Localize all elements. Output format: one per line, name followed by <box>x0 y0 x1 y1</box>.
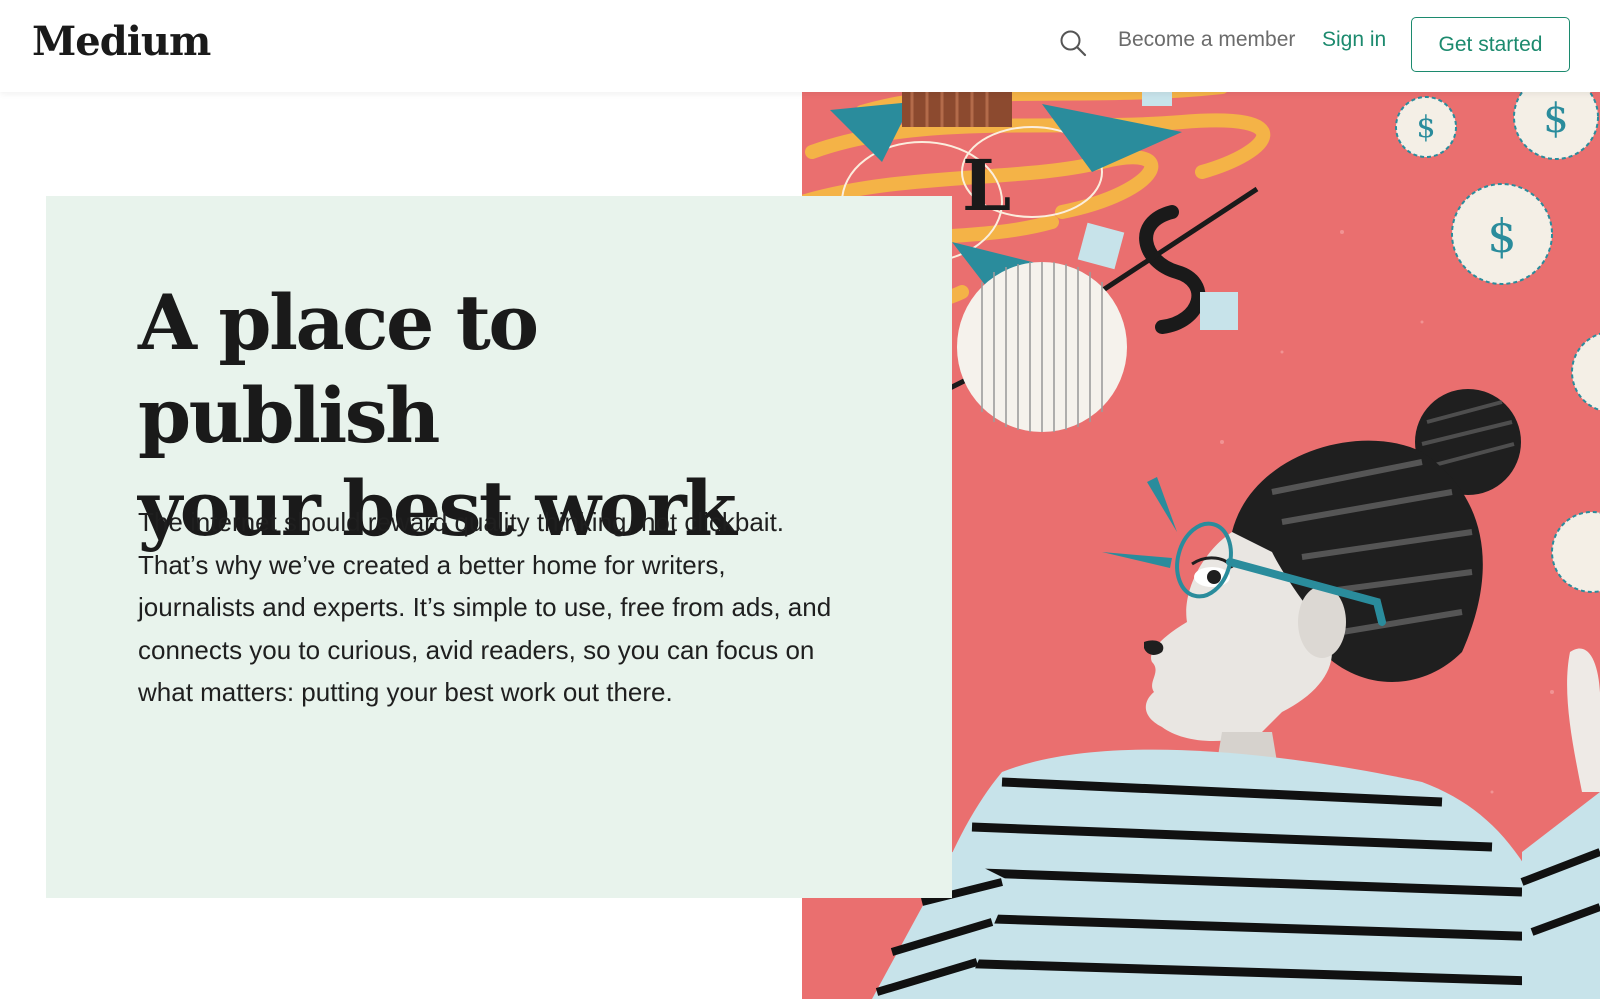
svg-text:$: $ <box>1416 110 1435 145</box>
hero-headline-line-1: A place to publish <box>138 278 539 460</box>
hero-description-line: connects you to curious, avid readers, s… <box>138 634 815 665</box>
svg-text:L: L <box>962 144 1011 227</box>
svg-text:$: $ <box>1487 209 1516 263</box>
sign-in-link[interactable]: Sign in <box>1322 28 1386 52</box>
search-icon[interactable] <box>1058 28 1088 58</box>
become-member-link[interactable]: Become a member <box>1118 28 1295 52</box>
hero-description-line: journalists and experts. It’s simple to … <box>138 592 832 622</box>
hero-description-line: The internet should reward quality think… <box>138 507 785 537</box>
hero-description-line: That’s why we’ve created a better home f… <box>138 549 726 580</box>
top-navigation-bar: Medium Become a member Sign in Get start… <box>0 0 1600 92</box>
hero-description-line: what matters: putting your best work out… <box>138 677 673 707</box>
hero-description: The internet should reward quality think… <box>138 501 858 714</box>
get-started-button[interactable]: Get started <box>1411 17 1570 72</box>
medium-logo[interactable]: Medium <box>32 18 211 65</box>
hero-card: A place to publish your best work The in… <box>46 196 952 898</box>
svg-text:$: $ <box>1543 96 1568 142</box>
